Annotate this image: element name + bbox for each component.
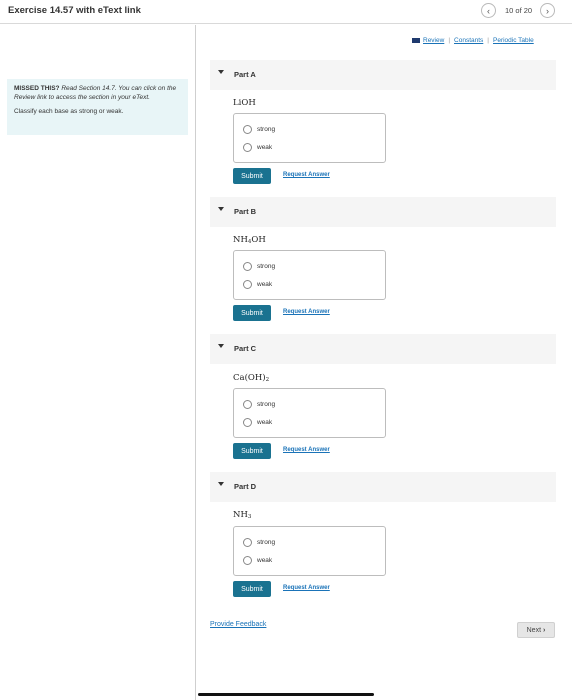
option-weak[interactable]: weak bbox=[243, 143, 272, 152]
missed-this-label: MISSED THIS? bbox=[14, 85, 60, 92]
request-answer-link[interactable]: Request Answer bbox=[283, 172, 330, 178]
request-answer-link[interactable]: Request Answer bbox=[283, 309, 330, 315]
previous-button[interactable]: ‹ bbox=[481, 3, 496, 18]
submit-button[interactable]: Submit bbox=[233, 443, 271, 459]
option-weak[interactable]: weak bbox=[243, 418, 272, 427]
review-link[interactable]: Review bbox=[423, 37, 444, 44]
submit-button[interactable]: Submit bbox=[233, 581, 271, 597]
book-icon bbox=[412, 38, 420, 43]
part-d-choices: strong weak bbox=[233, 526, 386, 576]
radio-button[interactable] bbox=[243, 125, 252, 134]
question-counter: 10 of 20 bbox=[505, 6, 533, 15]
instruction-text: Classify each base as strong or weak. bbox=[14, 108, 124, 115]
part-label: Part B bbox=[234, 207, 257, 216]
part-b-choices: strong weak bbox=[233, 250, 386, 300]
next-button[interactable]: Next › bbox=[517, 622, 555, 638]
option-weak[interactable]: weak bbox=[243, 556, 272, 565]
radio-button[interactable] bbox=[243, 262, 252, 271]
caret-down-icon bbox=[218, 70, 224, 74]
request-answer-link[interactable]: Request Answer bbox=[283, 585, 330, 591]
caret-down-icon bbox=[218, 207, 224, 211]
option-strong[interactable]: strong bbox=[243, 538, 275, 547]
part-a-header[interactable]: Part A bbox=[210, 60, 556, 90]
exercise-title: Exercise 14.57 with eText link bbox=[8, 5, 141, 16]
radio-button[interactable] bbox=[243, 556, 252, 565]
option-strong[interactable]: strong bbox=[243, 125, 275, 134]
next-question-button[interactable]: › bbox=[540, 3, 555, 18]
part-label: Part D bbox=[234, 482, 257, 491]
part-c-formula: Ca(OH)2 bbox=[233, 373, 270, 383]
missed-this-text: MISSED THIS? Read Section 14.7. You can … bbox=[14, 85, 181, 102]
caret-down-icon bbox=[218, 344, 224, 348]
link-separator: | bbox=[448, 37, 451, 44]
part-d-formula: NH3 bbox=[233, 510, 252, 520]
part-a-formula: LiOH bbox=[233, 98, 256, 108]
part-c-choices: strong weak bbox=[233, 388, 386, 438]
hint-panel: MISSED THIS? Read Section 14.7. You can … bbox=[7, 79, 188, 135]
chevron-left-icon: ‹ bbox=[487, 5, 490, 16]
part-c-header[interactable]: Part C bbox=[210, 334, 556, 364]
top-bar: Exercise 14.57 with eText link ‹ 10 of 2… bbox=[0, 0, 572, 24]
part-label: Part A bbox=[234, 70, 256, 79]
submit-button[interactable]: Submit bbox=[233, 168, 271, 184]
radio-button[interactable] bbox=[243, 418, 252, 427]
resource-links: Review | Constants | Periodic Table bbox=[412, 37, 534, 44]
submit-button[interactable]: Submit bbox=[233, 305, 271, 321]
constants-link[interactable]: Constants bbox=[454, 37, 483, 44]
part-b-header[interactable]: Part B bbox=[210, 197, 556, 227]
link-separator: | bbox=[487, 37, 489, 44]
radio-button[interactable] bbox=[243, 143, 252, 152]
caret-down-icon bbox=[218, 482, 224, 486]
panel-divider bbox=[195, 25, 196, 700]
part-b-formula: NH4OH bbox=[233, 235, 266, 245]
request-answer-link[interactable]: Request Answer bbox=[283, 447, 330, 453]
home-indicator bbox=[198, 693, 374, 696]
periodic-table-link[interactable]: Periodic Table bbox=[493, 37, 534, 44]
next-label: Next bbox=[526, 626, 542, 634]
chevron-right-icon: › bbox=[543, 626, 546, 634]
chevron-right-icon: › bbox=[546, 5, 549, 16]
part-a-choices: strong weak bbox=[233, 113, 386, 163]
radio-button[interactable] bbox=[243, 280, 252, 289]
part-d-header[interactable]: Part D bbox=[210, 472, 556, 502]
provide-feedback-link[interactable]: Provide Feedback bbox=[210, 621, 266, 628]
option-strong[interactable]: strong bbox=[243, 262, 275, 271]
option-weak[interactable]: weak bbox=[243, 280, 272, 289]
radio-button[interactable] bbox=[243, 400, 252, 409]
part-label: Part C bbox=[234, 344, 257, 353]
radio-button[interactable] bbox=[243, 538, 252, 547]
option-strong[interactable]: strong bbox=[243, 400, 275, 409]
